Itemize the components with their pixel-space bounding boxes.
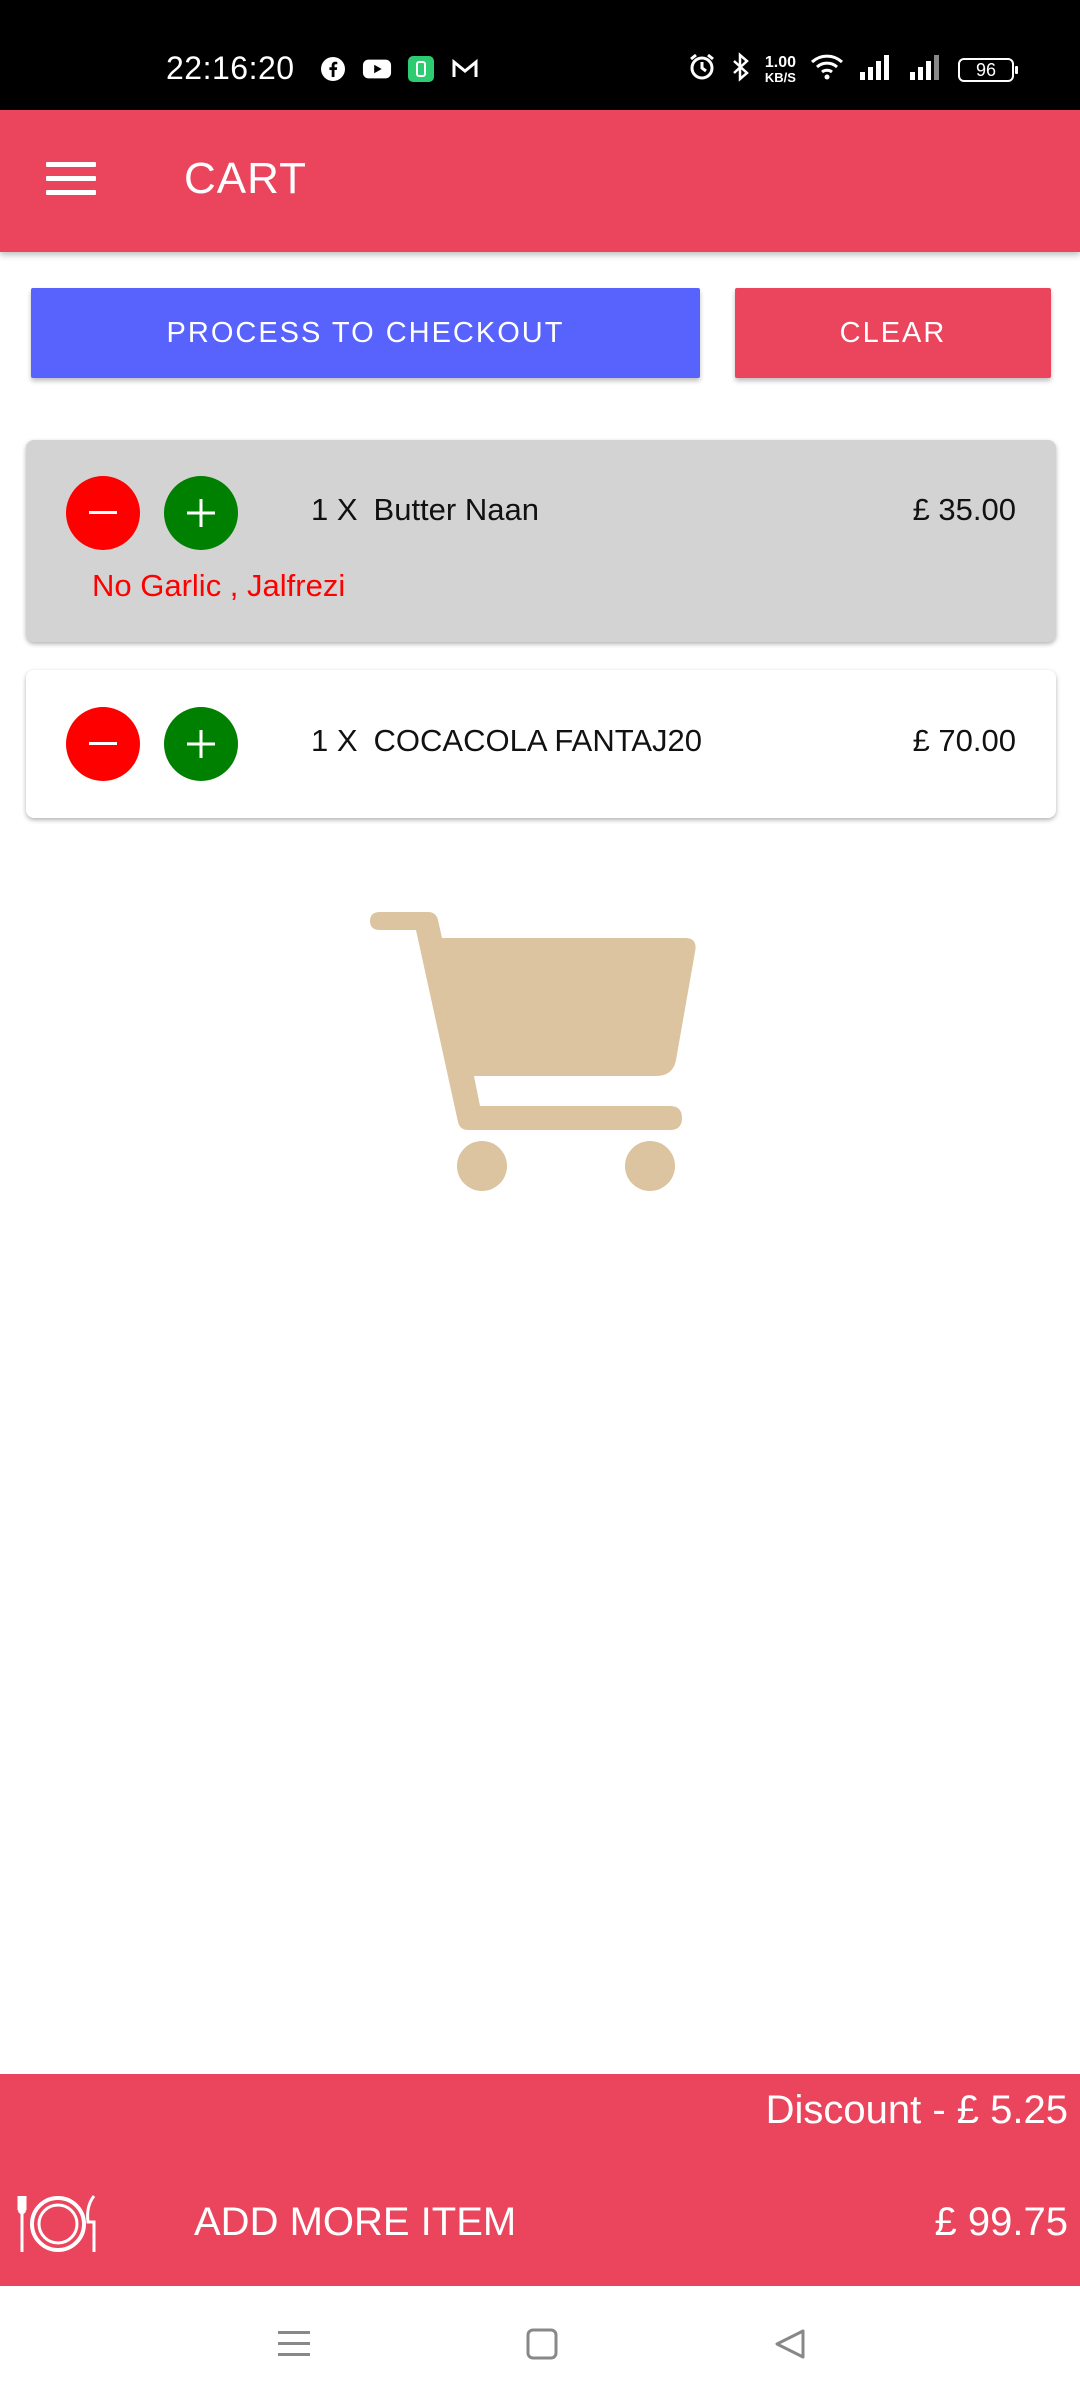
minus-icon — [89, 742, 117, 745]
add-more-item-button[interactable]: ADD MORE ITEM — [194, 2200, 516, 2245]
app-bar: CART — [0, 110, 1080, 252]
app-badge-icon — [406, 54, 436, 84]
recents-menu-icon[interactable] — [266, 2316, 322, 2372]
discount-label: Discount - £ 5.25 — [765, 2088, 1068, 2132]
gmail-icon — [450, 54, 480, 84]
item-quantity: 1 X — [311, 723, 358, 758]
item-price: £ 35.00 — [912, 492, 1016, 527]
battery-icon: 96 — [958, 57, 1018, 82]
shopping-cart-icon — [370, 900, 700, 1200]
page-title: CART — [184, 154, 307, 203]
alarm-icon — [687, 52, 717, 87]
decrease-quantity-button[interactable] — [66, 476, 140, 550]
bluetooth-icon — [731, 52, 751, 87]
home-square-icon[interactable] — [514, 2316, 570, 2372]
minus-icon — [89, 511, 117, 514]
item-price: £ 70.00 — [912, 723, 1016, 758]
item-title: COCACOLA FANTAJ20 — [373, 723, 702, 758]
checkout-button[interactable]: PROCESS TO CHECKOUT — [31, 288, 700, 378]
plus-icon — [187, 499, 215, 527]
wifi-icon — [810, 53, 844, 86]
decrease-quantity-button[interactable] — [66, 707, 140, 781]
plate-fork-knife-icon[interactable] — [16, 2192, 100, 2256]
status-system-icons: 1.00 KB/S 96 — [687, 52, 1018, 87]
item-title: Butter Naan — [373, 492, 539, 527]
youtube-icon — [362, 54, 392, 84]
status-time: 22:16:20 — [166, 50, 295, 86]
back-triangle-icon[interactable] — [762, 2316, 818, 2372]
hamburger-menu-icon[interactable] — [46, 162, 96, 202]
item-quantity: 1 X — [311, 492, 358, 527]
clear-button[interactable]: CLEAR — [735, 288, 1051, 378]
cart-item: 1 X COCACOLA FANTAJ20 £ 70.00 — [26, 670, 1056, 818]
facebook-icon — [318, 54, 348, 84]
system-navigation-bar — [0, 2286, 1080, 2400]
net-speed: 1.00 KB/S — [764, 53, 796, 85]
total-price: £ 99.75 — [934, 2200, 1068, 2244]
status-app-icons — [318, 54, 480, 84]
item-name: 1 X Butter Naan — [311, 492, 539, 528]
plus-icon — [187, 730, 215, 758]
signal-icon-2 — [908, 53, 944, 86]
increase-quantity-button[interactable] — [164, 476, 238, 550]
item-name: 1 X COCACOLA FANTAJ20 — [311, 723, 702, 759]
bottom-bar: Discount - £ 5.25 ADD MORE ITEM £ 99.75 — [0, 2074, 1080, 2286]
status-bar: 22:16:20 1.00 KB/S 96 — [0, 0, 1080, 110]
increase-quantity-button[interactable] — [164, 707, 238, 781]
item-note: No Garlic , Jalfrezi — [92, 568, 346, 603]
signal-icon — [858, 53, 894, 86]
cart-item: 1 X Butter Naan £ 35.00 No Garlic , Jalfr… — [26, 440, 1056, 642]
